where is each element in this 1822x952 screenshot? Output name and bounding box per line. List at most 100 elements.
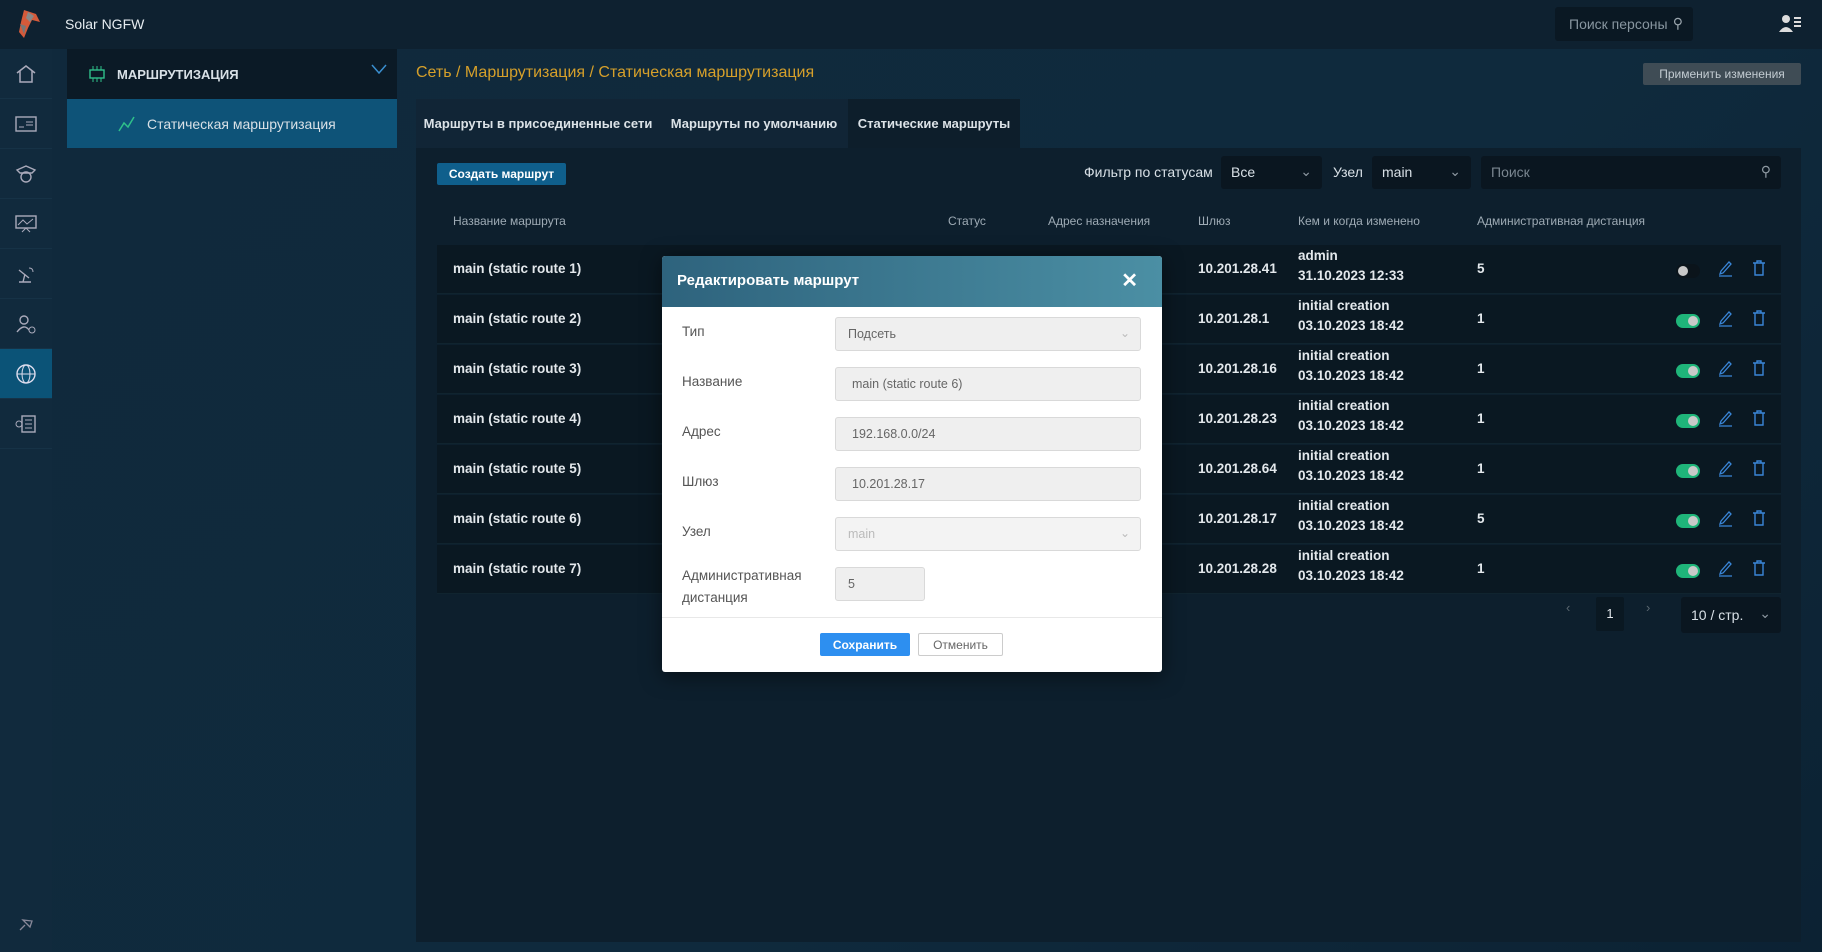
edit-icon[interactable] bbox=[1717, 509, 1733, 527]
rail-network-icon[interactable] bbox=[0, 349, 52, 399]
rail-satellite-icon[interactable] bbox=[0, 249, 52, 299]
delete-icon[interactable] bbox=[1752, 359, 1766, 377]
route-enabled-toggle[interactable] bbox=[1676, 564, 1700, 578]
route-distance: 1 bbox=[1477, 561, 1485, 576]
route-gateway: 10.201.28.28 bbox=[1198, 561, 1277, 576]
rail-police-icon[interactable] bbox=[0, 149, 52, 199]
route-modified: initial creation 03.10.2023 18:42 bbox=[1298, 546, 1404, 586]
gateway-field[interactable]: 10.201.28.17 bbox=[835, 467, 1141, 501]
tab-connected-routes[interactable]: Маршруты в присоединенные сети bbox=[416, 99, 660, 148]
address-label: Адрес bbox=[682, 424, 721, 439]
route-name: main (static route 7) bbox=[453, 561, 582, 576]
create-route-button[interactable]: Создать маршрут bbox=[437, 163, 566, 185]
page-size-value: 10 / стр. bbox=[1691, 607, 1744, 623]
close-icon[interactable]: ✕ bbox=[1121, 268, 1138, 293]
submenu-header-label: МАРШРУТИЗАЦИЯ bbox=[117, 66, 239, 82]
tab-default-routes[interactable]: Маршруты по умолчанию bbox=[660, 99, 848, 148]
status-filter-label: Фильтр по статусам bbox=[1084, 164, 1213, 180]
route-modified: initial creation 03.10.2023 18:42 bbox=[1298, 346, 1404, 386]
person-search-placeholder: Поиск персоны bbox=[1569, 16, 1668, 32]
node-value: main bbox=[848, 527, 876, 541]
rail-contacts-icon[interactable] bbox=[0, 99, 52, 149]
chevron-down-icon: ⌄ bbox=[1119, 326, 1130, 340]
rail-settings-list-icon[interactable] bbox=[0, 399, 52, 449]
route-gateway: 10.201.28.17 bbox=[1198, 511, 1277, 526]
modified-at: 03.10.2023 18:42 bbox=[1298, 468, 1404, 483]
edit-icon[interactable] bbox=[1717, 459, 1733, 477]
modified-at: 03.10.2023 18:42 bbox=[1298, 318, 1404, 333]
route-modified: admin 31.10.2023 12:33 bbox=[1298, 246, 1404, 286]
status-filter-select[interactable]: Все ⌄ bbox=[1221, 156, 1322, 189]
delete-icon[interactable] bbox=[1752, 559, 1766, 577]
route-distance: 1 bbox=[1477, 411, 1485, 426]
route-name: main (static route 3) bbox=[453, 361, 582, 376]
modified-by: admin bbox=[1298, 248, 1338, 263]
distance-field[interactable]: 5 bbox=[835, 567, 925, 601]
name-field[interactable]: main (static route 6) bbox=[835, 367, 1141, 401]
submenu-item-static-routing[interactable]: Статическая маршрутизация bbox=[67, 99, 397, 148]
edit-icon[interactable] bbox=[1717, 559, 1733, 577]
route-enabled-toggle[interactable] bbox=[1676, 514, 1700, 528]
edit-icon[interactable] bbox=[1717, 359, 1733, 377]
route-enabled-toggle[interactable] bbox=[1676, 364, 1700, 378]
tab-static-routes[interactable]: Статические маршруты bbox=[848, 99, 1020, 148]
route-modified: initial creation 03.10.2023 18:42 bbox=[1298, 296, 1404, 336]
submenu-item-label: Статическая маршрутизация bbox=[147, 115, 336, 132]
edit-route-dialog: Редактировать маршрут ✕ Тип Подсеть ⌄ Назв… bbox=[662, 256, 1162, 672]
search-input[interactable]: Поиск ⚲ bbox=[1481, 156, 1781, 189]
prev-page-button[interactable]: ‹ bbox=[1566, 600, 1570, 615]
delete-icon[interactable] bbox=[1752, 459, 1766, 477]
user-menu-icon[interactable] bbox=[1778, 12, 1802, 36]
route-gateway: 10.201.28.41 bbox=[1198, 261, 1277, 276]
rail-home-icon[interactable] bbox=[0, 49, 52, 99]
save-button[interactable]: Сохранить bbox=[820, 633, 910, 656]
route-name: main (static route 6) bbox=[453, 511, 582, 526]
modified-at: 03.10.2023 18:42 bbox=[1298, 368, 1404, 383]
nav-rail bbox=[0, 49, 52, 952]
pin-icon[interactable] bbox=[0, 899, 52, 949]
modified-by: initial creation bbox=[1298, 348, 1390, 363]
modified-by: initial creation bbox=[1298, 398, 1390, 413]
page-size-select[interactable]: 10 / стр. ⌄ bbox=[1681, 597, 1781, 633]
type-select[interactable]: Подсеть ⌄ bbox=[835, 317, 1141, 351]
chevron-down-icon: ⌄ bbox=[1300, 163, 1312, 179]
route-distance: 5 bbox=[1477, 261, 1485, 276]
next-page-button[interactable]: › bbox=[1646, 600, 1650, 615]
delete-icon[interactable] bbox=[1752, 509, 1766, 527]
route-enabled-toggle[interactable] bbox=[1676, 264, 1700, 278]
route-gateway: 10.201.28.1 bbox=[1198, 311, 1270, 326]
address-field[interactable]: 192.168.0.0/24 bbox=[835, 417, 1141, 451]
delete-icon[interactable] bbox=[1752, 309, 1766, 327]
page-1-button[interactable]: 1 bbox=[1596, 597, 1624, 631]
column-header-name[interactable]: Название маршрута bbox=[453, 214, 566, 228]
rail-user-settings-icon[interactable] bbox=[0, 299, 52, 349]
modified-by: initial creation bbox=[1298, 498, 1390, 513]
status-filter-value: Все bbox=[1231, 164, 1256, 180]
route-enabled-toggle[interactable] bbox=[1676, 314, 1700, 328]
modified-at: 03.10.2023 18:42 bbox=[1298, 518, 1404, 533]
column-header-status[interactable]: Статус bbox=[948, 214, 986, 228]
edit-icon[interactable] bbox=[1717, 259, 1733, 277]
column-header-gateway[interactable]: Шлюз bbox=[1198, 214, 1231, 228]
column-header-destination[interactable]: Адрес назначения bbox=[1048, 214, 1150, 228]
node-select[interactable]: main ⌄ bbox=[1372, 156, 1471, 189]
route-name: main (static route 5) bbox=[453, 461, 582, 476]
apply-changes-button[interactable]: Применить изменения bbox=[1643, 63, 1801, 85]
delete-icon[interactable] bbox=[1752, 409, 1766, 427]
rail-monitoring-icon[interactable] bbox=[0, 199, 52, 249]
person-search-input[interactable]: Поиск персоны ⚲ bbox=[1555, 7, 1693, 41]
delete-icon[interactable] bbox=[1752, 259, 1766, 277]
edit-icon[interactable] bbox=[1717, 409, 1733, 427]
route-enabled-toggle[interactable] bbox=[1676, 464, 1700, 478]
submenu-header-routing[interactable]: МАРШРУТИЗАЦИЯ bbox=[67, 49, 397, 99]
route-gateway: 10.201.28.16 bbox=[1198, 361, 1277, 376]
edit-icon[interactable] bbox=[1717, 309, 1733, 327]
dialog-footer-divider bbox=[662, 617, 1162, 618]
cancel-button[interactable]: Отменить bbox=[918, 633, 1003, 656]
modified-at: 31.10.2023 12:33 bbox=[1298, 268, 1404, 283]
column-header-modified[interactable]: Кем и когда изменено bbox=[1298, 214, 1420, 228]
route-modified: initial creation 03.10.2023 18:42 bbox=[1298, 496, 1404, 536]
column-header-distance[interactable]: Административная дистанция bbox=[1477, 214, 1645, 228]
route-enabled-toggle[interactable] bbox=[1676, 414, 1700, 428]
chart-line-icon bbox=[118, 116, 135, 131]
